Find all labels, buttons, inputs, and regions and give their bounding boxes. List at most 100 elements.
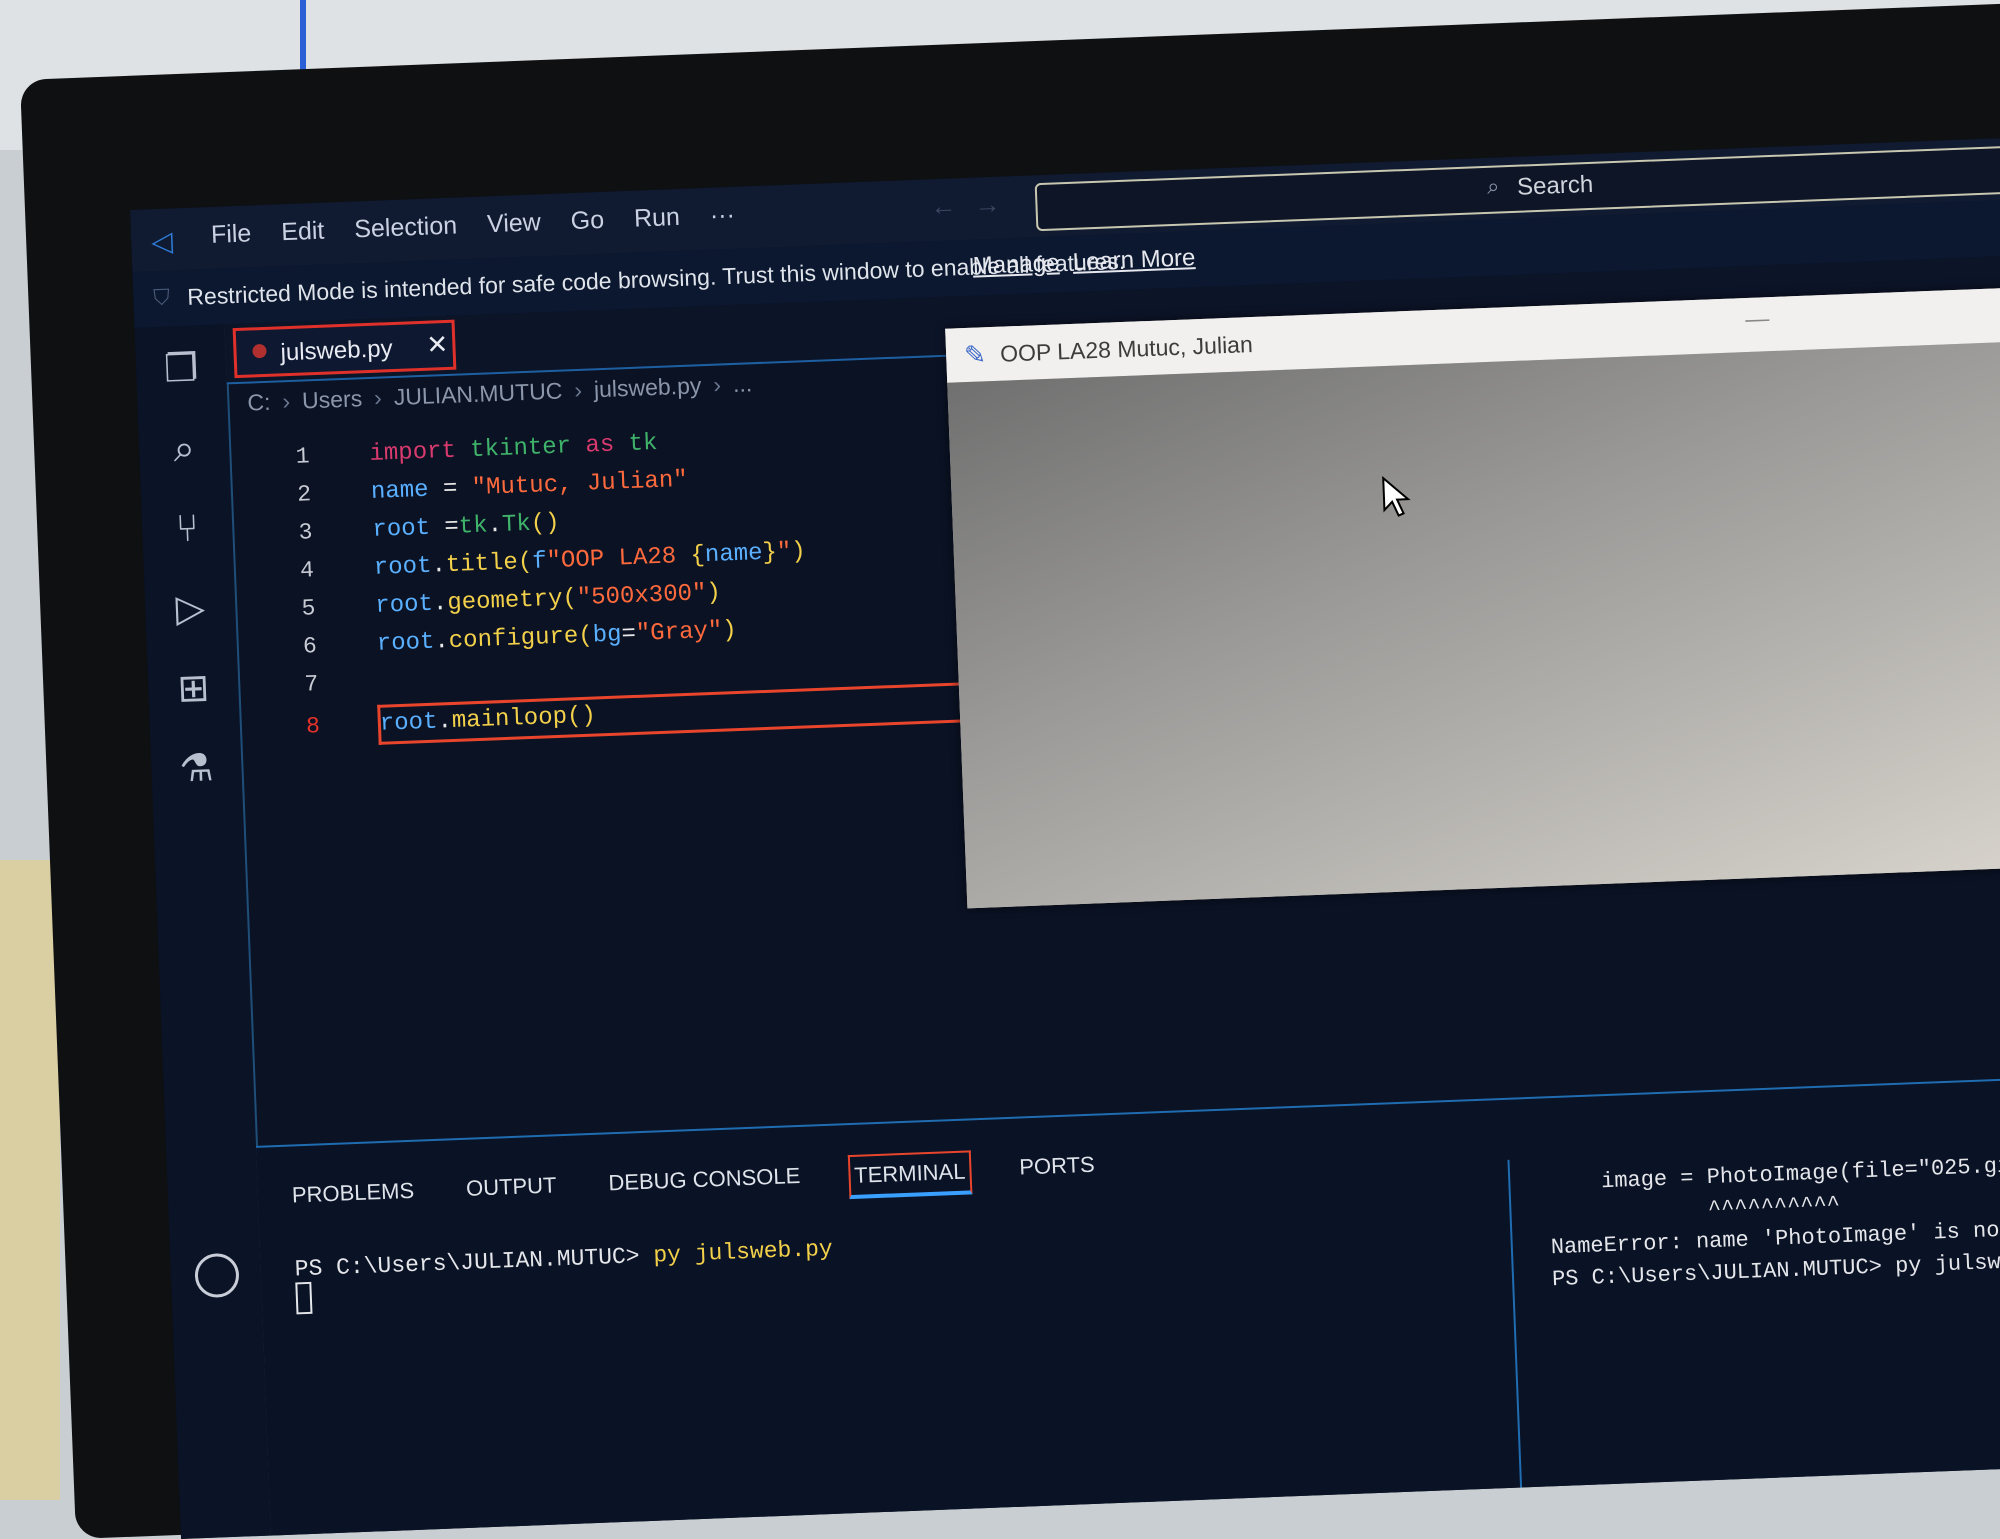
tab-julsweb[interactable]: julsweb.py ✕ [232, 319, 457, 379]
code-token: name [370, 476, 430, 506]
menu-selection[interactable]: Selection [354, 211, 458, 244]
chevron-right-icon: › [373, 384, 383, 411]
breadcrumb-users[interactable]: Users [302, 385, 363, 414]
tkinter-window[interactable]: ✎ OOP LA28 Mutuc, Julian — [945, 286, 2000, 909]
vscode-logo-icon: ◁ [150, 225, 174, 258]
menu-go[interactable]: Go [570, 206, 604, 236]
line-number: 1 [295, 443, 311, 470]
code-token: . [487, 511, 503, 540]
menu-view[interactable]: View [487, 208, 542, 239]
menu-bar: File Edit Selection View Go Run ··· [210, 201, 735, 250]
python-file-icon [252, 343, 267, 359]
tk-window-title: OOP LA28 Mutuc, Julian [999, 331, 1254, 367]
code-token: tkinter [469, 433, 572, 465]
learn-more-link[interactable]: Learn More [1072, 244, 1196, 277]
code-token: () [530, 509, 561, 538]
code-token: ( [577, 622, 594, 651]
code-token: bg [592, 621, 623, 650]
code-token: " [776, 538, 792, 567]
code-token: configure [448, 623, 579, 656]
code-token: root [376, 628, 435, 658]
code-token: name [704, 539, 764, 570]
testing-icon[interactable]: ⚗ [173, 745, 221, 793]
code-token: geometry [446, 585, 564, 618]
code-token: ) [705, 579, 722, 608]
tab-debug-console[interactable]: DEBUG CONSOLE [604, 1157, 805, 1209]
background-desk [0, 860, 60, 1500]
code-token: tk [628, 429, 658, 459]
code-token: . [436, 708, 453, 736]
code-token: "Mutuc, Julian" [471, 466, 689, 503]
chevron-right-icon: › [712, 371, 722, 398]
terminal-right[interactable]: image = PhotoImage(file="025.gi ^^^^^^^^… [1548, 1151, 2000, 1297]
mouse-pointer-icon [1382, 475, 1411, 517]
code-token: . [430, 552, 447, 580]
breadcrumb-file[interactable]: julsweb.py [593, 372, 701, 403]
chevron-right-icon: › [281, 388, 291, 415]
code-token: () [566, 702, 597, 731]
search-icon[interactable]: ⌕ [160, 425, 208, 473]
tab-output[interactable]: OUTPUT [461, 1166, 561, 1214]
code-token: title [445, 549, 519, 580]
terminal-left[interactable]: PS C:\Users\JULIAN.MUTUC> py julsweb.py [294, 1236, 834, 1315]
panel-tabs: PROBLEMS OUTPUT DEBUG CONSOLE TERMINAL P… [287, 1146, 1099, 1221]
code-token: tk [458, 512, 489, 541]
terminal-prompt: PS C:\Users\JULIAN.MUTUC> [294, 1242, 654, 1283]
terminal-command: py julsweb.py [652, 1235, 834, 1269]
line-number: 7 [304, 671, 319, 698]
extensions-icon[interactable]: ⊞ [170, 665, 218, 713]
line-number: 6 [302, 633, 318, 660]
line-number-active: 8 [305, 713, 321, 740]
nav-arrows-icon[interactable]: ←→ [930, 188, 1019, 222]
tab-label: julsweb.py [280, 335, 394, 367]
bottom-panel: PROBLEMS OUTPUT DEBUG CONSOLE TERMINAL P… [194, 1076, 2000, 1538]
tab-problems[interactable]: PROBLEMS [287, 1172, 419, 1221]
menu-file[interactable]: File [210, 219, 251, 250]
breadcrumb-symbols[interactable]: ... [732, 370, 752, 398]
menu-more[interactable]: ··· [709, 201, 735, 231]
vscode-window: ◁ File Edit Selection View Go Run ··· ←→… [130, 137, 2000, 1539]
shield-icon: ⛉ [152, 284, 171, 311]
run-debug-icon[interactable]: ▷ [166, 585, 214, 633]
code-token: "Gray" [635, 617, 723, 648]
line-number: 3 [298, 519, 314, 546]
code-token: root [373, 552, 433, 582]
code-token: root [379, 708, 439, 738]
code-text: root =tk.Tk() [372, 510, 560, 544]
search-icon: ⌕ [1486, 173, 1500, 199]
code-token: "500x300" [576, 580, 707, 613]
terminal-split-divider[interactable] [1507, 1159, 1523, 1490]
code-token: as [584, 431, 615, 460]
terminal-cursor [295, 1281, 313, 1315]
code-token: mainloop [451, 703, 568, 736]
tk-feather-icon: ✎ [963, 339, 987, 371]
breadcrumb-user[interactable]: JULIAN.MUTUC [393, 378, 563, 411]
close-icon[interactable]: ✕ [426, 329, 449, 361]
breadcrumb-drive[interactable]: C: [247, 389, 271, 417]
search-placeholder: Search [1516, 170, 1594, 201]
code-token: . [433, 628, 450, 656]
code-token: import [369, 437, 457, 468]
code-token: . [432, 590, 448, 618]
source-control-icon[interactable]: ⑂ [163, 505, 211, 553]
tab-ports[interactable]: PORTS [1015, 1146, 1100, 1193]
code-token: = [621, 620, 637, 649]
code-token: } [762, 539, 778, 567]
explorer-icon[interactable]: ❐ [157, 345, 205, 393]
minimize-icon[interactable]: — [1745, 305, 1770, 334]
tab-terminal[interactable]: TERMINAL [847, 1150, 973, 1200]
menu-run[interactable]: Run [634, 203, 681, 234]
line-number: 2 [296, 481, 312, 508]
manage-link[interactable]: Manage [972, 249, 1060, 280]
code-token: { [690, 542, 706, 570]
menu-edit[interactable]: Edit [281, 217, 325, 248]
code-token: = [443, 513, 460, 542]
code-token: ) [790, 538, 807, 566]
line-number: 4 [299, 557, 315, 584]
code-token: ( [561, 585, 578, 613]
code-token: root [374, 590, 434, 620]
background-stripe [300, 0, 306, 80]
code-token: Tk [501, 510, 532, 539]
tk-window-body[interactable] [947, 340, 2000, 909]
code-token: ) [721, 617, 738, 645]
